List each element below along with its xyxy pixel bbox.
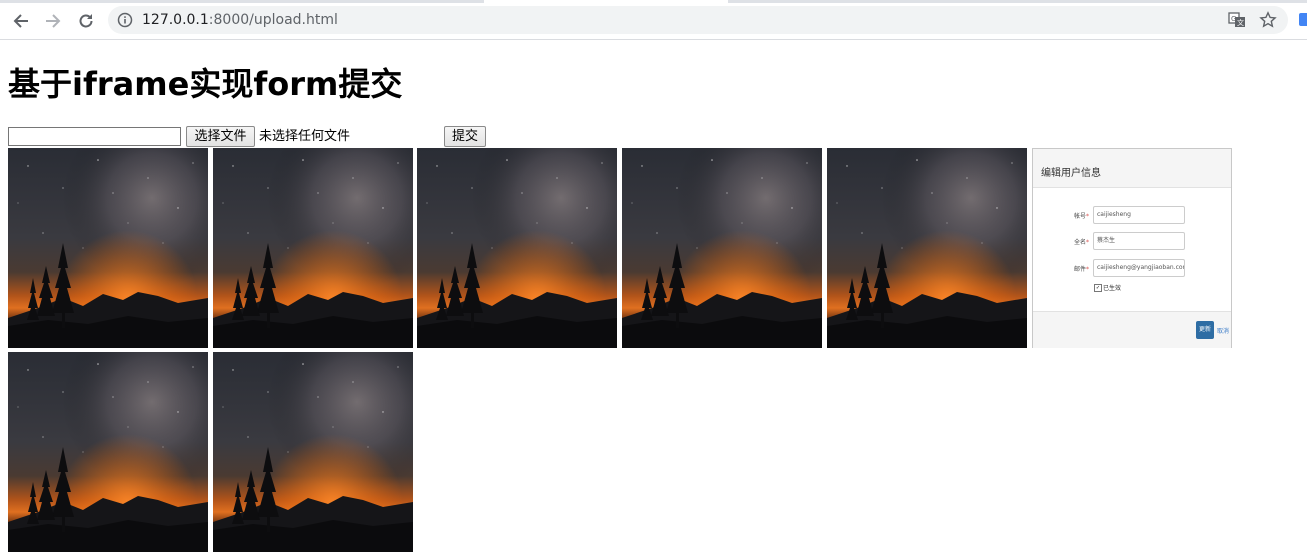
- active-checkbox: ✓: [1094, 284, 1102, 292]
- uploaded-image-2: [213, 148, 413, 348]
- account-label: 帐号*: [1073, 213, 1089, 220]
- cancel-link: 取消: [1217, 328, 1230, 335]
- choose-file-button[interactable]: 选择文件: [186, 126, 255, 147]
- page-title: 基于iframe实现form提交: [8, 65, 403, 103]
- uploaded-image-7: [8, 352, 208, 552]
- name-field: 蔡杰生: [1093, 232, 1185, 250]
- file-status-text: 未选择任何文件: [259, 129, 351, 144]
- tab-strip: [0, 0, 1307, 3]
- url-text[interactable]: 127.0.0.1:8000/upload.html: [142, 6, 338, 34]
- address-bar[interactable]: 127.0.0.1:8000/upload.html G 文: [108, 6, 1288, 34]
- name-label: 全名*: [1073, 239, 1089, 246]
- star-icon[interactable]: [1259, 11, 1277, 29]
- uploaded-image-8: [213, 352, 413, 552]
- email-field: caijiesheng@yangjiaoban.com: [1093, 259, 1185, 277]
- text-input[interactable]: [8, 127, 181, 146]
- url-path: :8000/upload.html: [208, 12, 338, 28]
- uploaded-image-4: [622, 148, 822, 348]
- translate-icon[interactable]: G 文: [1228, 11, 1246, 29]
- back-arrow-icon[interactable]: [8, 8, 34, 34]
- edit-user-dialog: 编辑用户信息 帐号* caijiesheng 全名* 蔡杰生 邮件* caiji…: [1032, 148, 1232, 348]
- uploaded-image-1: [8, 148, 208, 348]
- dialog-title: 编辑用户信息: [1041, 168, 1101, 179]
- svg-text:文: 文: [1237, 18, 1244, 27]
- browser-toolbar: 127.0.0.1:8000/upload.html G 文: [0, 0, 1307, 40]
- email-label: 邮件*: [1073, 266, 1089, 273]
- extension-icon[interactable]: [1299, 13, 1307, 26]
- submit-button[interactable]: 提交: [444, 126, 486, 147]
- active-tab[interactable]: [484, 0, 728, 3]
- uploaded-image-6-dialog-screenshot: 编辑用户信息 帐号* caijiesheng 全名* 蔡杰生 邮件* caiji…: [1032, 148, 1232, 348]
- update-button: 更新: [1196, 321, 1214, 339]
- uploaded-image-3: [417, 148, 617, 348]
- info-icon[interactable]: [117, 12, 133, 28]
- forward-arrow-icon[interactable]: [40, 8, 66, 34]
- active-label: 已生效: [1103, 285, 1122, 292]
- uploaded-image-5: [827, 148, 1027, 348]
- reload-icon[interactable]: [73, 8, 99, 34]
- account-field: caijiesheng: [1093, 206, 1185, 224]
- url-host: 127.0.0.1: [142, 12, 209, 28]
- svg-text:G: G: [1231, 15, 1236, 23]
